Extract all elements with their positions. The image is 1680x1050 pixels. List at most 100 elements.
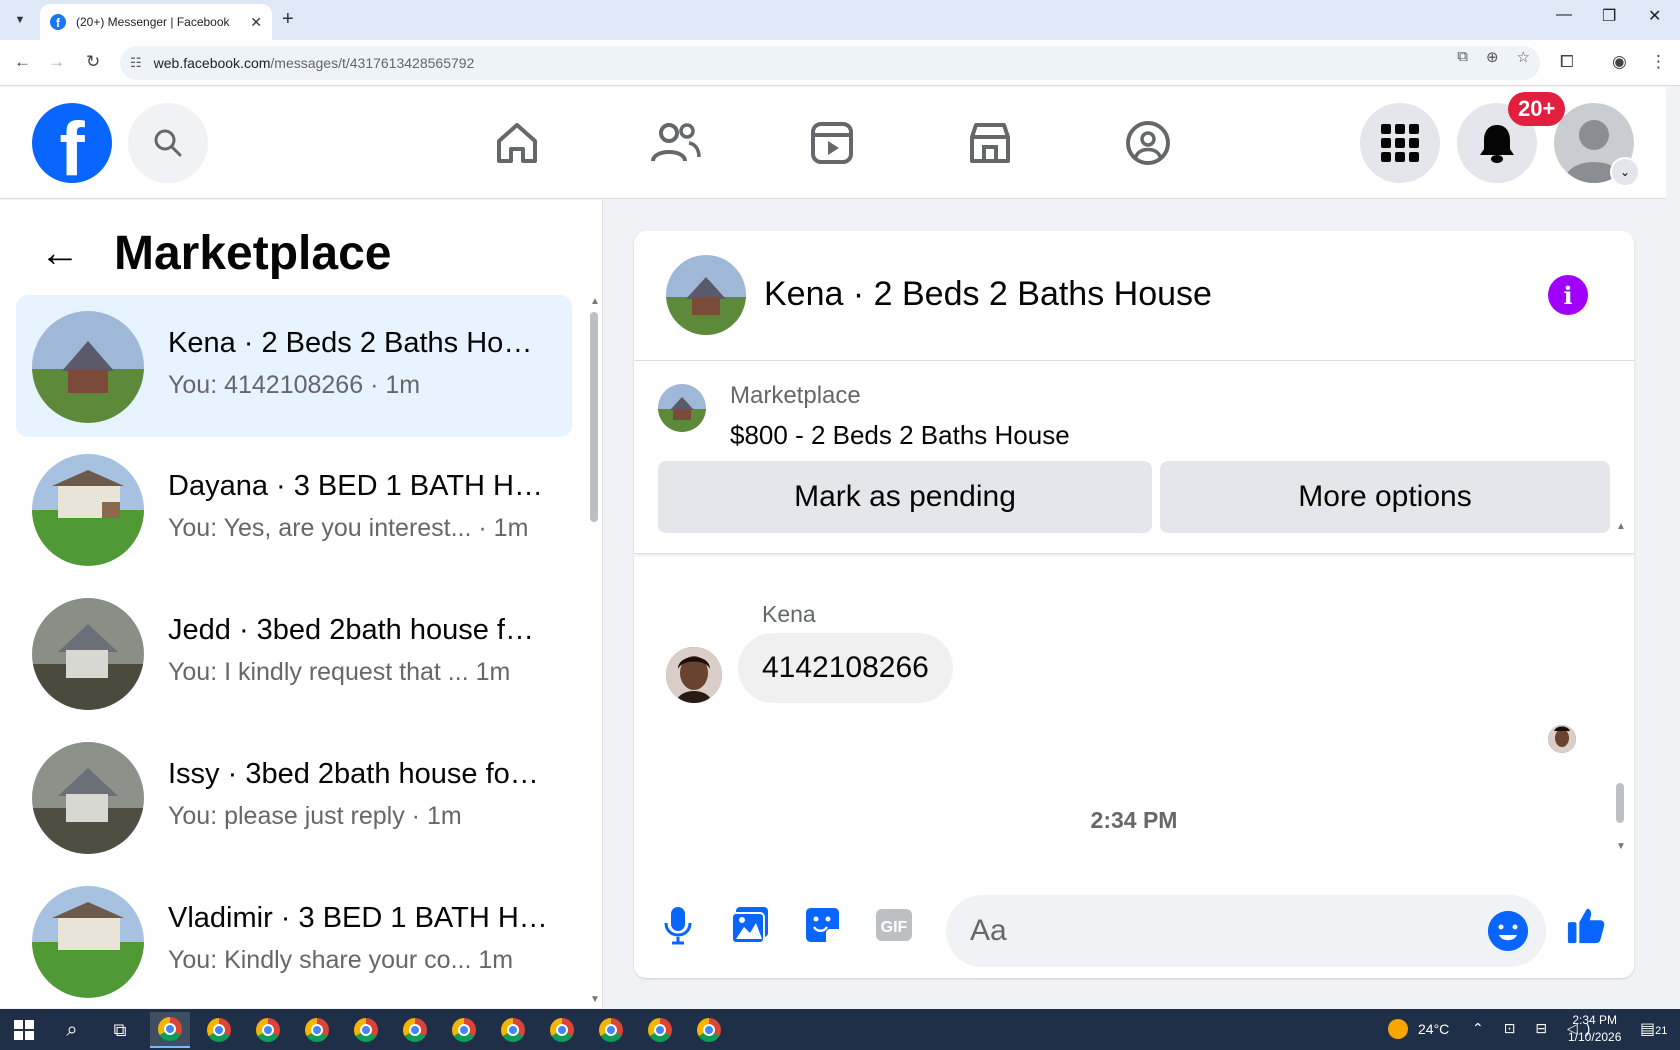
restore-window-button[interactable]: ❐ (1602, 6, 1616, 26)
reload-button[interactable]: ↻ (86, 52, 100, 72)
taskbar-chrome-window[interactable] (346, 1012, 386, 1048)
minimize-window-button[interactable]: — (1556, 6, 1572, 24)
info-icon[interactable]: i (1548, 275, 1588, 315)
back-nav-button[interactable]: ← (14, 52, 31, 72)
conversation-item[interactable]: Dayana · 3 BED 1 BATH House You: Yes, ar… (16, 438, 572, 580)
taskbar-chrome-window[interactable] (395, 1012, 435, 1048)
back-arrow-icon[interactable]: ← (40, 231, 80, 276)
windows-start-icon[interactable] (14, 1020, 34, 1040)
listing-thumbnail (32, 742, 144, 854)
bookmark-star-icon[interactable]: ☆ (1517, 48, 1530, 66)
notification-center-count: 21 (1655, 1025, 1668, 1037)
panel-title: Marketplace (114, 227, 392, 280)
zoom-icon[interactable]: ⊕ (1486, 48, 1499, 66)
conversation-item[interactable]: Jedd · 3bed 2bath house for rent You: I … (16, 582, 572, 724)
conversation-item[interactable]: Vladimir · 3 BED 1 BATH House You: Kindl… (16, 870, 572, 1012)
marketplace-nav-button[interactable] (958, 111, 1022, 175)
conversation-name: Vladimir · 3 BED 1 BATH House (168, 902, 548, 934)
notification-center-icon[interactable]: ▤21 (1640, 1019, 1667, 1039)
conversation-item[interactable]: Kena · 2 Beds 2 Baths House You: 4142108… (16, 295, 572, 437)
taskbar-chrome-window[interactable] (150, 1012, 190, 1048)
chrome-icon (501, 1018, 525, 1042)
site-info-icon[interactable]: ☷ (130, 55, 142, 71)
mark-as-pending-button[interactable]: Mark as pending (658, 461, 1152, 533)
message-thread: Kena 4142108266 2:34 PM (634, 555, 1634, 865)
emoji-button[interactable] (1488, 911, 1528, 951)
thread-scrollbar[interactable] (1616, 783, 1624, 823)
taskbar-chrome-window[interactable] (591, 1012, 631, 1048)
video-icon (811, 122, 853, 164)
weather-widget[interactable]: 24°C (1388, 1019, 1449, 1039)
facebook-favicon-icon: f (50, 14, 66, 30)
message-bubble[interactable]: 4142108266 (738, 633, 953, 703)
close-window-button[interactable]: ✕ (1648, 6, 1661, 26)
thread-scroll-down-icon[interactable]: ▼ (1616, 841, 1626, 852)
gif-button[interactable]: GIF (874, 905, 914, 945)
sender-avatar[interactable] (666, 647, 722, 703)
chrome-icon (158, 1017, 182, 1041)
scroll-down-arrow-icon[interactable]: ▼ (590, 994, 600, 1005)
friends-nav-button[interactable] (643, 111, 707, 175)
listing-source-label: Marketplace (730, 382, 861, 409)
taskbar-chrome-window[interactable] (493, 1012, 533, 1048)
menu-kebab-icon[interactable]: ⋮ (1650, 52, 1667, 72)
taskbar-chrome-window[interactable] (444, 1012, 484, 1048)
taskbar-chrome-window[interactable] (542, 1012, 582, 1048)
taskbar-search-icon[interactable]: ⌕ (52, 1012, 92, 1048)
taskbar-chrome-window[interactable] (199, 1012, 239, 1048)
conversation-name: Jedd · 3bed 2bath house for rent (168, 614, 548, 646)
conversation-list-scrollbar[interactable] (590, 312, 598, 522)
new-tab-button[interactable]: + (282, 8, 294, 31)
chat-title[interactable]: Kena · 2 Beds 2 Baths House (764, 275, 1212, 314)
install-app-icon[interactable]: ⧉ (1457, 48, 1468, 66)
conversation-preview: You: Yes, are you interest... · 1m (168, 514, 529, 542)
chrome-icon (305, 1018, 329, 1042)
browser-tab-messenger[interactable]: f (20+) Messenger | Facebook ✕ (40, 4, 272, 40)
close-tab-icon[interactable]: ✕ (250, 14, 262, 31)
chat-listing-avatar[interactable] (666, 255, 746, 335)
forward-nav-button[interactable]: → (48, 52, 65, 72)
tab-search-dropdown[interactable]: ▼ (8, 8, 32, 32)
facebook-logo-icon[interactable]: f (32, 103, 112, 183)
friends-icon (651, 123, 701, 162)
voice-clip-button[interactable] (658, 905, 698, 945)
send-like-button[interactable] (1566, 905, 1606, 945)
thumbs-up-icon (1567, 908, 1605, 944)
windows-taskbar: ⌕ ⧉ 24°C ⌃ ⊡ ⊟ ◁) 2:34 PM 1/10/2026 ▤21 (0, 1009, 1680, 1050)
listing-thumbnail (32, 598, 144, 710)
extensions-icon[interactable]: ⧠ (1560, 52, 1574, 72)
taskbar-chrome-window[interactable] (640, 1012, 680, 1048)
taskbar-time: 2:34 PM (1572, 1013, 1618, 1027)
taskbar-clock[interactable]: 2:34 PM 1/10/2026 (1568, 1012, 1621, 1046)
taskbar-date: 1/10/2026 (1568, 1030, 1622, 1044)
home-icon (497, 123, 537, 163)
attach-photo-button[interactable] (730, 905, 770, 945)
taskbar-chrome-window[interactable] (297, 1012, 337, 1048)
marketplace-icon (970, 123, 1010, 163)
menu-grid-button[interactable] (1360, 103, 1440, 183)
chrome-icon (354, 1018, 378, 1042)
microphone-icon (664, 907, 692, 945)
url-text: web.facebook.com/messages/t/431761342856… (153, 55, 475, 71)
address-bar[interactable]: ☷ web.facebook.com/messages/t/4317613428… (120, 46, 1540, 80)
home-nav-button[interactable] (485, 111, 549, 175)
taskbar-chrome-window[interactable] (689, 1012, 729, 1048)
listing-price-title[interactable]: $800 - 2 Beds 2 Baths House (730, 420, 1070, 451)
conversation-item[interactable]: Issy · 3bed 2bath house for rent You: pl… (16, 726, 572, 868)
chrome-icon (207, 1018, 231, 1042)
groups-nav-button[interactable] (1116, 111, 1180, 175)
conversation-name: Issy · 3bed 2bath house for rent (168, 758, 548, 790)
search-button[interactable] (128, 103, 208, 183)
message-input[interactable] (946, 895, 1546, 967)
listing-small-thumbnail[interactable] (658, 384, 706, 432)
task-view-icon[interactable]: ⧉ (100, 1012, 140, 1048)
thread-scroll-up-icon[interactable]: ▲ (1616, 521, 1626, 532)
profile-icon[interactable]: ◉ (1612, 52, 1627, 72)
video-nav-button[interactable] (800, 111, 864, 175)
message-sender-name: Kena (762, 601, 816, 627)
sticker-button[interactable] (802, 905, 842, 945)
more-options-button[interactable]: More options (1160, 461, 1610, 533)
taskbar-chrome-window[interactable] (248, 1012, 288, 1048)
scroll-up-arrow-icon[interactable]: ▲ (590, 296, 600, 307)
account-chevron-down-icon[interactable]: ⌄ (1610, 157, 1640, 187)
